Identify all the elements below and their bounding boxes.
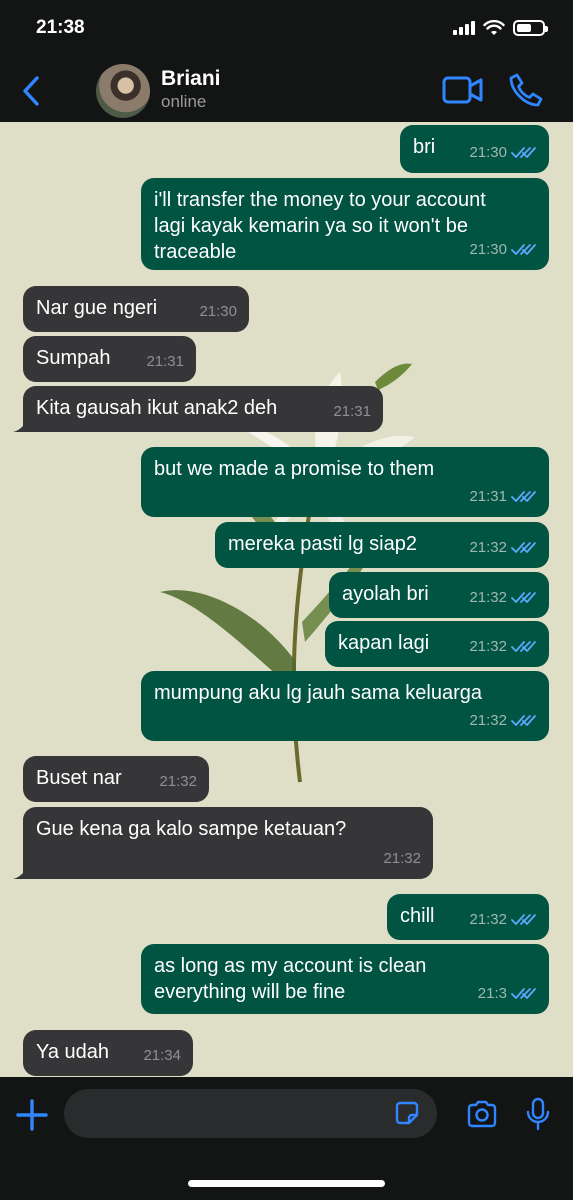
battery-level xyxy=(517,24,532,32)
incoming-message[interactable]: Buset nar 21:32 xyxy=(23,756,209,802)
message-meta: 21:31 xyxy=(469,484,537,510)
chat-area[interactable]: bri 21:30 i'll transfer the money to your … xyxy=(0,122,573,1077)
message-text: Ya udah xyxy=(36,1041,110,1063)
message-time: 21:32 xyxy=(383,850,421,867)
read-ticks-icon xyxy=(511,491,536,502)
wifi-icon xyxy=(483,20,505,35)
message-time: 21:32 xyxy=(469,638,507,655)
outgoing-message[interactable]: i'll transfer the money to your account l… xyxy=(141,178,549,270)
message-meta: 21:32 xyxy=(469,907,537,933)
message-text: i'll transfer the money to your account l… xyxy=(154,187,486,265)
incoming-message[interactable]: Kita gausah ikut anak2 deh 21:31 xyxy=(13,386,383,432)
message-text: chill xyxy=(400,905,435,927)
outgoing-message[interactable]: bri 21:30 xyxy=(400,125,549,173)
message-meta: 21:30 xyxy=(469,140,537,166)
message-input[interactable] xyxy=(64,1089,437,1138)
message-meta: 21:32 xyxy=(469,708,537,734)
message-text-line: traceable xyxy=(154,241,237,263)
sticker-button[interactable] xyxy=(394,1100,420,1126)
attach-plus-button[interactable] xyxy=(16,1099,48,1131)
cellular-signal-icon xyxy=(453,21,475,35)
message-text: but we made a promise to them xyxy=(154,458,435,480)
message-text-line: everything will be fine xyxy=(154,981,346,1003)
message-meta: 21:30 xyxy=(199,299,237,325)
message-time: 21:32 xyxy=(469,712,507,729)
message-time: 21:32 xyxy=(469,911,507,928)
message-text: as long as my account is clean everything… xyxy=(154,953,426,1005)
message-time: 21:3 xyxy=(477,985,507,1002)
microphone-button[interactable] xyxy=(525,1097,551,1131)
status-time: 21:38 xyxy=(36,17,85,38)
incoming-message[interactable]: Sumpah 21:31 xyxy=(23,336,196,382)
read-ticks-icon xyxy=(511,147,536,158)
message-time: 21:30 xyxy=(469,241,507,258)
message-text: Sumpah xyxy=(36,347,111,369)
message-meta: 21:32 xyxy=(469,535,537,561)
message-meta: 21:34 xyxy=(143,1043,181,1069)
message-time: 21:30 xyxy=(469,144,507,161)
message-meta: 21:31 xyxy=(333,399,371,425)
incoming-message[interactable]: Ya udah 21:34 xyxy=(23,1030,193,1076)
voice-call-button[interactable] xyxy=(508,72,544,108)
message-meta: 21:32 xyxy=(469,634,537,660)
outgoing-message[interactable]: but we made a promise to them 21:31 xyxy=(141,447,549,517)
outgoing-message[interactable]: chill 21:32 xyxy=(387,894,549,940)
message-text: Nar gue ngeri xyxy=(36,297,158,319)
video-call-button[interactable] xyxy=(442,74,484,106)
contact-name[interactable]: Briani xyxy=(161,67,221,91)
message-meta: 21:32 xyxy=(469,585,537,611)
outgoing-message[interactable]: as long as my account is clean everything… xyxy=(141,944,549,1014)
incoming-message[interactable]: Gue kena ga kalo sampe ketauan? 21:32 xyxy=(13,807,433,879)
message-time: 21:32 xyxy=(469,589,507,606)
read-ticks-icon xyxy=(511,988,536,999)
message-meta: 21:31 xyxy=(146,349,184,375)
contact-status: online xyxy=(161,92,207,111)
message-time: 21:30 xyxy=(199,303,237,320)
outgoing-message[interactable]: ayolah bri 21:32 xyxy=(329,572,549,618)
read-ticks-icon xyxy=(511,592,536,603)
message-text: kapan lagi xyxy=(338,632,430,654)
back-button[interactable] xyxy=(18,74,46,108)
outgoing-message[interactable]: kapan lagi 21:32 xyxy=(325,621,549,667)
message-meta: 21:32 xyxy=(159,769,197,795)
message-text: ayolah bri xyxy=(342,583,429,605)
message-time: 21:34 xyxy=(143,1047,181,1064)
incoming-message[interactable]: Nar gue ngeri 21:30 xyxy=(23,286,249,332)
message-text-line: i'll transfer the money to your account xyxy=(154,189,486,211)
bubble-tail xyxy=(13,418,29,432)
outgoing-message[interactable]: mereka pasti lg siap2 21:32 xyxy=(215,522,549,568)
read-ticks-icon xyxy=(511,641,536,652)
message-meta: 21:32 xyxy=(383,846,421,872)
read-ticks-icon xyxy=(511,244,536,255)
battery-icon xyxy=(513,20,548,36)
top-bar: 21:38 Briani online xyxy=(0,0,573,122)
message-text: mereka pasti lg siap2 xyxy=(228,533,417,555)
read-ticks-icon xyxy=(511,914,536,925)
message-time: 21:31 xyxy=(469,488,507,505)
message-time: 21:32 xyxy=(469,539,507,556)
outgoing-message[interactable]: mumpung aku lg jauh sama keluarga 21:32 xyxy=(141,671,549,741)
message-time: 21:32 xyxy=(159,773,197,790)
message-time: 21:31 xyxy=(333,403,371,420)
bubble-tail xyxy=(13,865,29,879)
home-indicator xyxy=(188,1180,385,1187)
message-text: bri xyxy=(413,136,436,158)
message-meta: 21:30 xyxy=(469,237,537,263)
message-text: Gue kena ga kalo sampe ketauan? xyxy=(36,818,347,840)
message-text-line: as long as my account is clean xyxy=(154,955,427,977)
message-text: Kita gausah ikut anak2 deh xyxy=(36,397,278,419)
message-text-line: lagi kayak kemarin ya so it won't be xyxy=(154,215,468,237)
message-time: 21:31 xyxy=(146,353,184,370)
status-icons xyxy=(453,20,548,36)
read-ticks-icon xyxy=(511,542,536,553)
camera-button[interactable] xyxy=(466,1100,498,1128)
read-ticks-icon xyxy=(511,715,536,726)
message-text: Buset nar xyxy=(36,767,122,789)
message-text: mumpung aku lg jauh sama keluarga xyxy=(154,682,482,704)
message-meta: 21:3 xyxy=(478,981,537,1007)
contact-avatar[interactable] xyxy=(96,64,150,118)
